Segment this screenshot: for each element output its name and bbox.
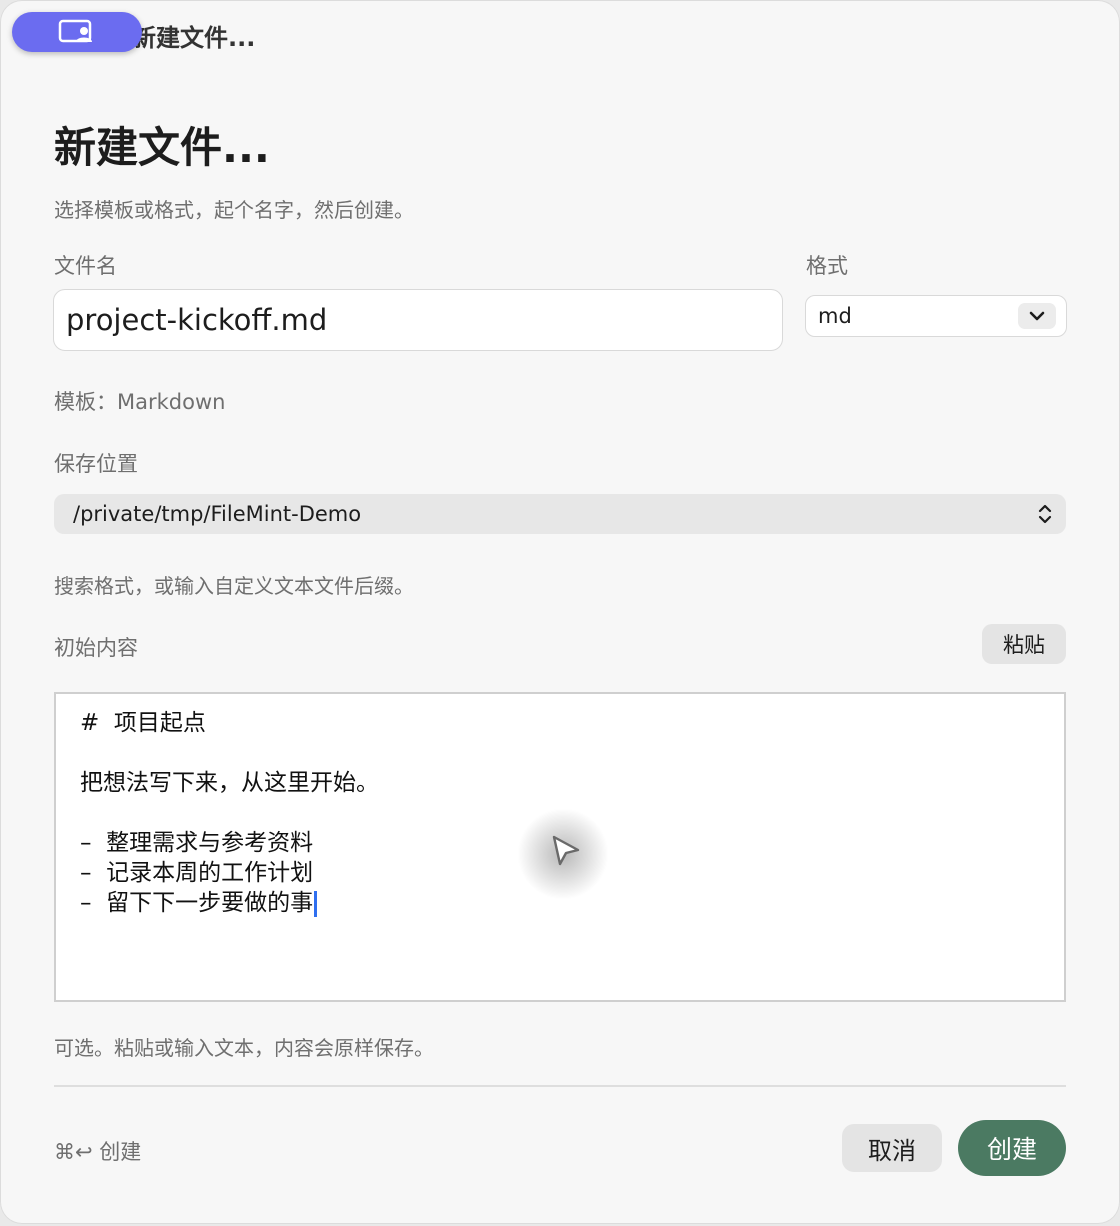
dialog-subtitle: 选择模板或格式，起个名字，然后创建。 — [54, 198, 414, 222]
screen-share-icon — [58, 19, 92, 43]
content-line: # 项目起点 — [80, 710, 206, 736]
cancel-button[interactable]: 取消 — [842, 1124, 942, 1172]
shortcut-hint: ⌘↩ 创建 — [54, 1140, 142, 1164]
paste-button[interactable]: 粘贴 — [982, 624, 1066, 664]
pointer-icon — [552, 835, 580, 866]
save-location-value: /private/tmp/FileMint-Demo — [73, 502, 362, 526]
filename-label: 文件名 — [54, 254, 117, 278]
format-label: 格式 — [806, 254, 848, 278]
save-location-select[interactable]: /private/tmp/FileMint-Demo — [54, 494, 1066, 534]
chevron-down-icon[interactable] — [1018, 303, 1056, 329]
save-location-label: 保存位置 — [54, 452, 138, 476]
page-title: 新建文件... — [54, 123, 270, 172]
content-line: – 留下下一步要做的事 — [80, 890, 314, 916]
footer-divider — [54, 1085, 1066, 1087]
text-caret — [314, 890, 318, 917]
new-file-dialog: 新建文件... 新建文件... 选择模板或格式，起个名字，然后创建。 文件名 格… — [0, 0, 1120, 1224]
template-info: 模板：Markdown — [54, 390, 226, 414]
content-line — [80, 738, 1040, 768]
up-down-chevron-icon — [1038, 504, 1052, 524]
content-line: 把想法写下来，从这里开始。 — [80, 770, 379, 796]
format-select[interactable]: md — [805, 295, 1067, 337]
format-select-value: md — [818, 304, 852, 328]
format-hint: 搜索格式，或输入自定义文本文件后缀。 — [54, 574, 414, 598]
filename-input[interactable] — [53, 289, 783, 351]
screen-share-button[interactable] — [12, 12, 142, 52]
initial-content-label: 初始内容 — [54, 636, 138, 660]
content-hint: 可选。粘贴或输入文本，内容会原样保存。 — [54, 1036, 434, 1060]
window-title: 新建文件... — [132, 24, 256, 52]
create-button[interactable]: 创建 — [958, 1120, 1066, 1176]
